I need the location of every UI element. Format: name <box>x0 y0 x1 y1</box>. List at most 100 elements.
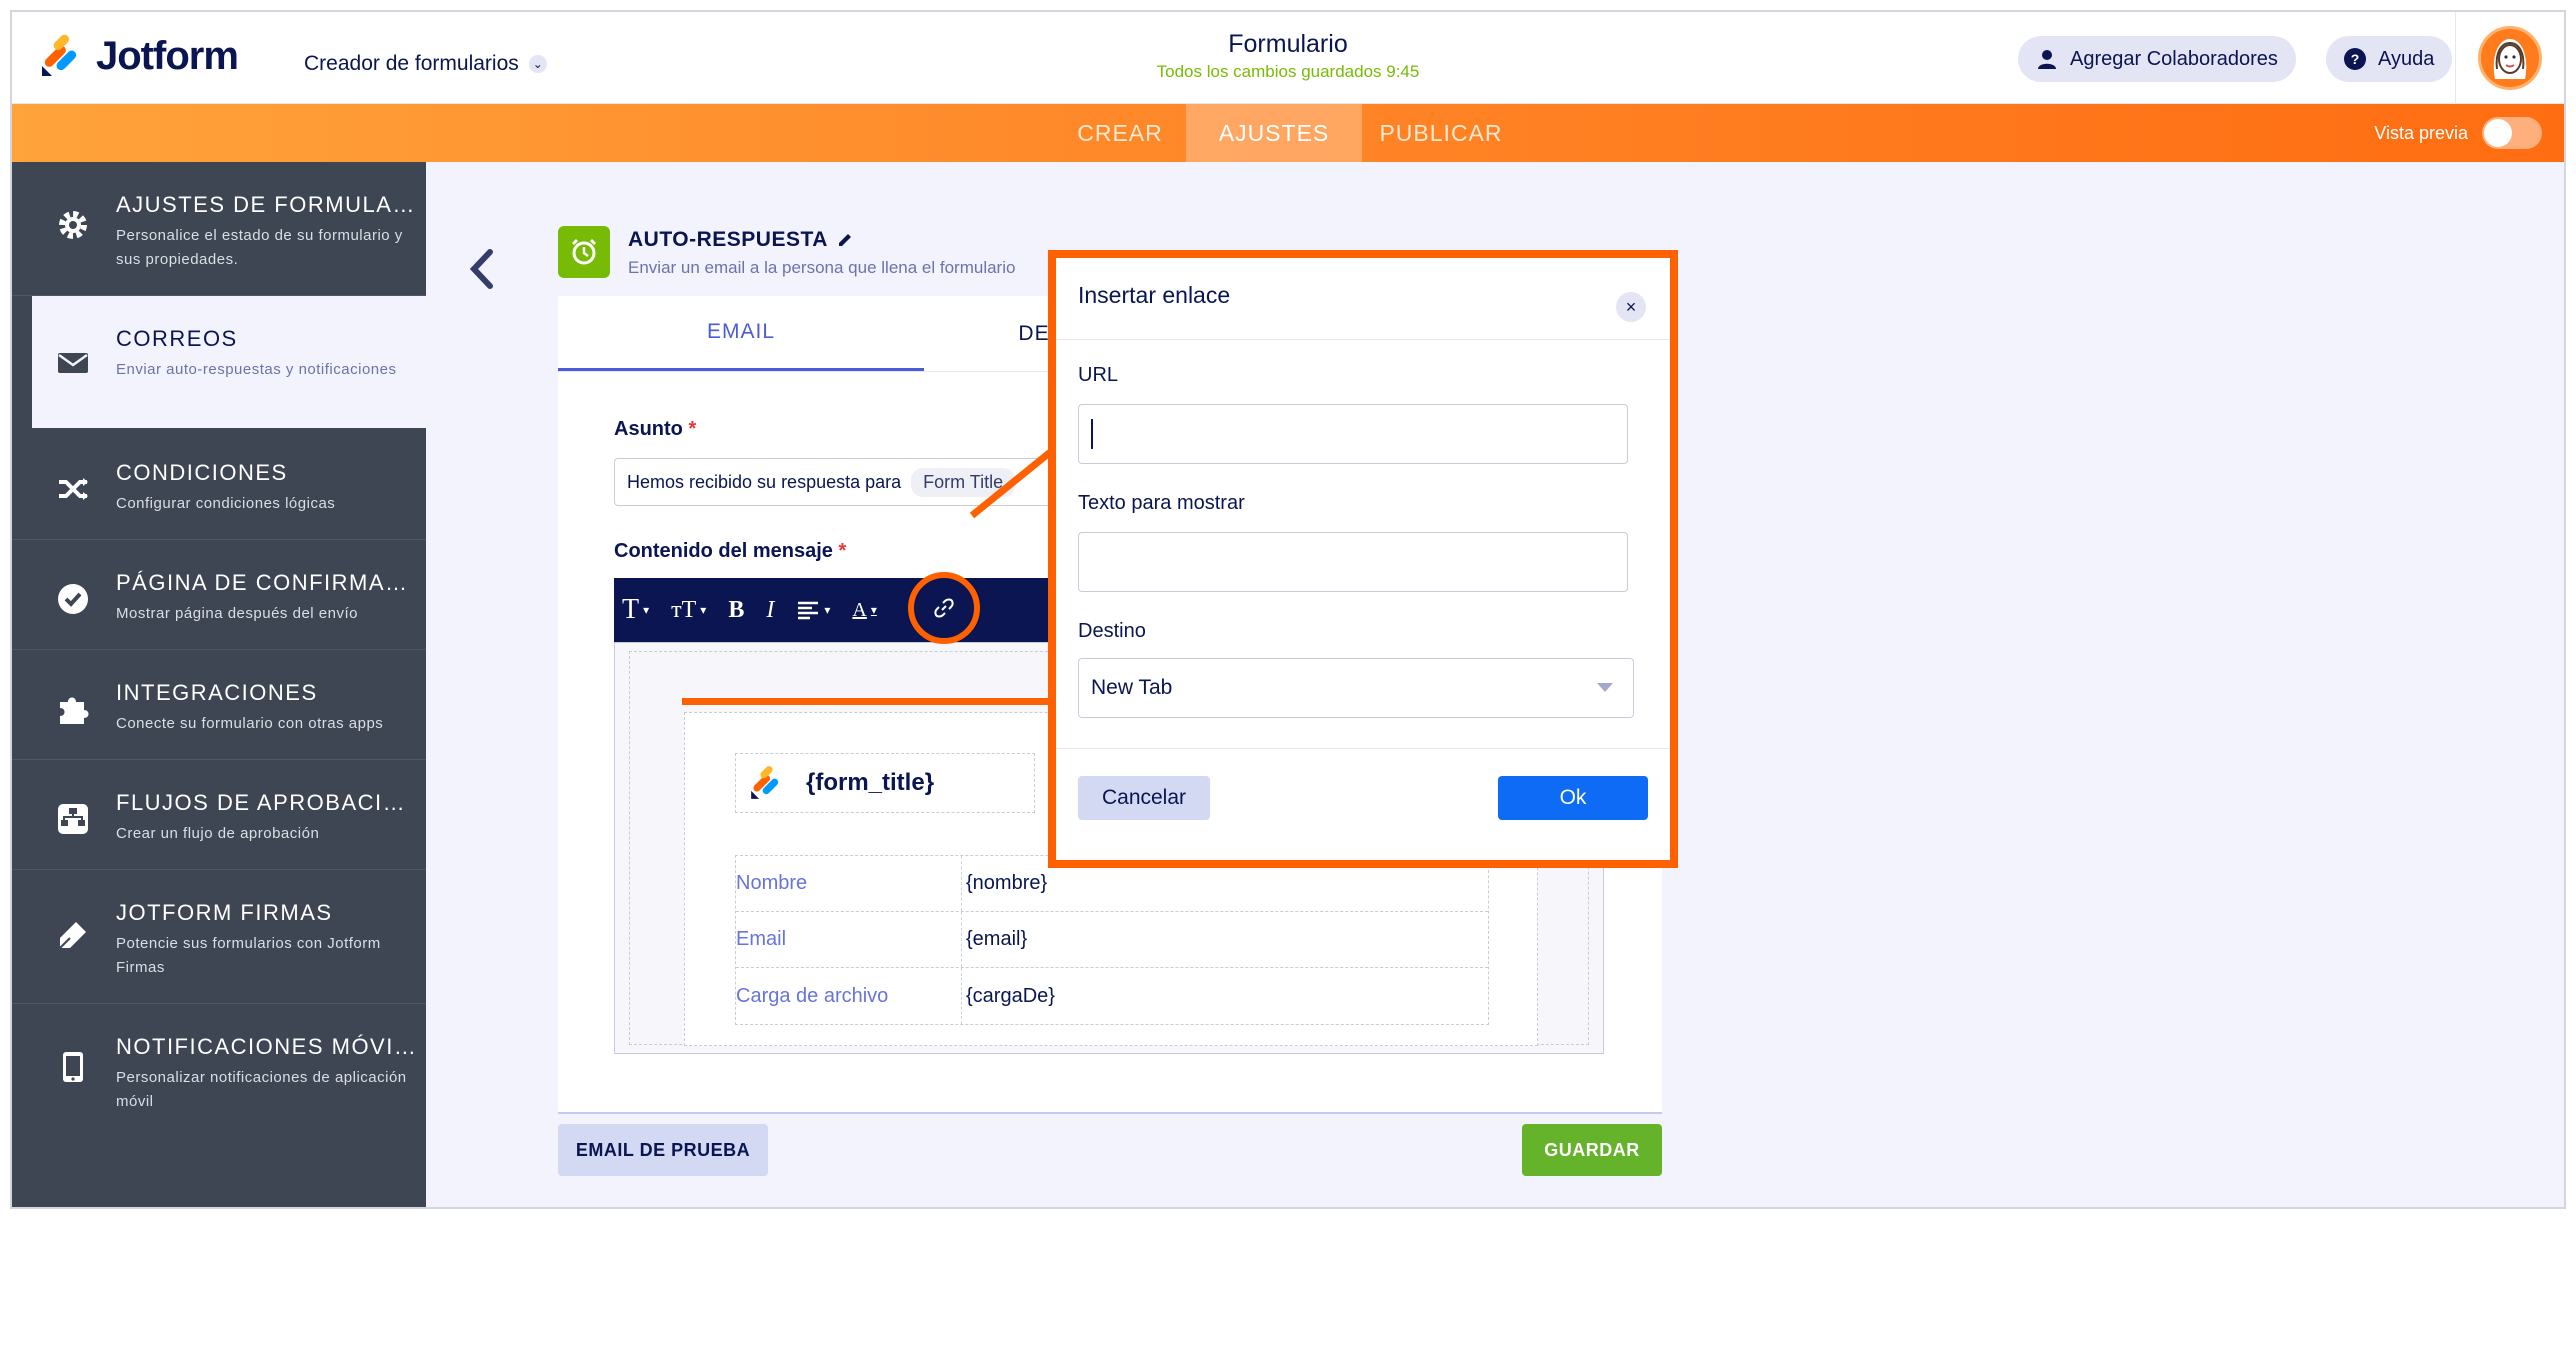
save-button[interactable]: GUARDAR <box>1522 1124 1662 1176</box>
avatar[interactable] <box>2478 26 2542 90</box>
sidebar-item-title: AJUSTES DE FORMULARIO <box>116 192 416 217</box>
caret-down-icon: ▾ <box>643 602 650 617</box>
sidebar-item-desc: Configurar condiciones lógicas <box>116 495 336 512</box>
builder-nav: CREAR AJUSTES PUBLICAR Vista previa <box>12 104 2564 162</box>
sidebar-item-approval-flows[interactable]: FLUJOS DE APROBACIÓN Crear un flujo de a… <box>12 760 426 870</box>
jotform-logo-icon <box>751 766 779 799</box>
sidebar-item-title: NOTIFICACIONES MÓVIL... <box>116 1034 416 1059</box>
subject-label: Asunto * <box>614 418 696 441</box>
font-family-button[interactable]: T ▾ <box>622 594 649 626</box>
submission-table: Nombre {nombre} Email {email} Carga de a… <box>735 855 1489 1025</box>
sidebar-item-conditions[interactable]: CONDICIONES Configurar condiciones lógic… <box>12 430 426 540</box>
tab-publicar[interactable]: PUBLICAR <box>1366 104 1516 162</box>
row-value: {email} <box>966 928 1028 950</box>
template-form-title: {form_title} <box>806 769 935 796</box>
envelope-icon <box>58 353 88 373</box>
top-header: Jotform Creador de formularios ⌄ Formula… <box>12 12 2564 104</box>
sidebar-item-jotform-sign[interactable]: JOTFORM FIRMAS Potencie sus formularios … <box>12 870 426 1004</box>
bold-icon: B <box>728 596 745 623</box>
add-collaborators-button[interactable]: Agregar Colaboradores <box>2018 36 2296 82</box>
display-text-label: Texto para mostrar <box>1078 492 1245 514</box>
pencil-icon[interactable] <box>836 231 854 249</box>
tab-ajustes[interactable]: AJUSTES <box>1186 104 1362 162</box>
rich-text-toolbar: T ▾ тT ▾ B I ▾ A ▾ <box>614 578 1054 642</box>
sidebar-item-integrations[interactable]: INTEGRACIONES Conecte su formulario con … <box>12 650 426 760</box>
sidebar-item-form-settings[interactable]: AJUSTES DE FORMULARIO Personalice el est… <box>12 162 426 296</box>
font-icon: T <box>622 594 640 625</box>
dialog-footer-divider <box>1056 748 1670 749</box>
gear-icon <box>59 211 87 239</box>
font-size-button[interactable]: тT ▾ <box>671 597 706 624</box>
sidebar-item-correos[interactable]: CORREOS Enviar auto-respuestas y notific… <box>32 296 426 428</box>
preview-label: Vista previa <box>2374 122 2468 143</box>
target-select[interactable]: New Tab <box>1078 658 1634 718</box>
target-label: Destino <box>1078 620 1146 642</box>
table-row: Email {email} <box>736 912 1488 968</box>
test-email-button[interactable]: EMAIL DE PRUEBA <box>558 1124 768 1176</box>
settings-sidebar: AJUSTES DE FORMULARIO Personalice el est… <box>12 162 426 1207</box>
subject-label-text: Asunto <box>614 418 683 440</box>
cancel-button[interactable]: Cancelar <box>1078 776 1210 820</box>
url-input[interactable] <box>1078 404 1628 464</box>
ok-button[interactable]: Ok <box>1498 776 1648 820</box>
check-circle-icon <box>58 584 88 614</box>
message-content-label: Contenido del mensaje * <box>614 540 846 563</box>
sidebar-item-desc: Crear un flujo de aprobación <box>116 825 320 842</box>
sidebar-item-title: CONDICIONES <box>116 460 288 485</box>
back-arrow-icon[interactable] <box>464 244 500 294</box>
pen-icon <box>59 922 86 949</box>
sidebar-item-title: PÁGINA DE CONFIRMACI... <box>116 570 416 595</box>
toggle-knob <box>2484 119 2512 147</box>
italic-button[interactable]: I <box>766 597 774 624</box>
callout-line <box>682 698 1054 705</box>
header-divider <box>2455 12 2456 104</box>
help-label: Ayuda <box>2378 47 2435 70</box>
sidebar-item-title: INTEGRACIONES <box>116 680 318 705</box>
help-icon: ? <box>2344 48 2366 70</box>
shuffle-icon <box>59 478 88 500</box>
required-mark: * <box>838 540 847 562</box>
template-header: {form_title} <box>735 753 1035 813</box>
add-collaborators-label: Agregar Colaboradores <box>2070 47 2278 70</box>
mobile-icon <box>63 1052 83 1082</box>
autoresponse-subtitle: Enviar un email a la persona que llena e… <box>628 258 1016 277</box>
subject-text: Hemos recibido su respuesta para <box>627 471 902 492</box>
sidebar-item-mobile-notifications[interactable]: NOTIFICACIONES MÓVIL... Personalizar not… <box>12 1004 426 1138</box>
align-button[interactable]: ▾ <box>796 600 830 620</box>
tab-email[interactable]: EMAIL <box>558 296 924 372</box>
help-button[interactable]: ? Ayuda <box>2326 36 2453 82</box>
sidebar-item-desc: Personalice el estado de su formulario y… <box>116 227 403 268</box>
autoresponse-title[interactable]: AUTO-RESPUESTA <box>628 228 854 252</box>
font-size-icon: тT <box>671 596 697 623</box>
preview-toggle-group: Vista previa <box>2374 117 2542 149</box>
dialog-title: Insertar enlace <box>1078 282 1231 308</box>
row-label: Carga de archivo <box>736 968 962 1024</box>
sidebar-item-confirmation-page[interactable]: PÁGINA DE CONFIRMACI... Mostrar página d… <box>12 540 426 650</box>
puzzle-icon <box>60 697 89 724</box>
text-color-icon: A <box>852 598 867 621</box>
autoresponse-title-text: AUTO-RESPUESTA <box>628 228 828 251</box>
required-mark: * <box>688 418 697 440</box>
caret-down-icon: ▾ <box>700 602 707 617</box>
display-text-input[interactable] <box>1078 532 1628 592</box>
user-icon <box>2038 50 2056 69</box>
message-content-label-text: Contenido del mensaje <box>614 540 833 562</box>
preview-toggle[interactable] <box>2482 117 2542 149</box>
app-window: Jotform Creador de formularios ⌄ Formula… <box>10 10 2566 1209</box>
dialog-header: Insertar enlace × <box>1056 258 1670 340</box>
sidebar-item-title: JOTFORM FIRMAS <box>116 900 333 925</box>
tab-crear[interactable]: CREAR <box>1060 104 1180 162</box>
sidebar-item-desc: Conecte su formulario con otras apps <box>116 715 384 732</box>
bold-button[interactable]: B <box>728 597 744 624</box>
sidebar-item-desc: Enviar auto-respuestas y notificaciones <box>116 361 397 378</box>
text-color-button[interactable]: A ▾ <box>852 599 876 622</box>
sidebar-item-title: FLUJOS DE APROBACIÓN <box>116 790 416 815</box>
target-value: New Tab <box>1091 676 1173 699</box>
close-icon[interactable]: × <box>1616 292 1646 322</box>
row-label: Email <box>736 912 962 967</box>
insert-link-button[interactable] <box>908 572 980 644</box>
autoresponse-badge <box>558 226 610 278</box>
alarm-clock-icon <box>571 238 597 265</box>
insert-link-dialog: Insertar enlace × URL Texto para mostrar… <box>1048 250 1678 868</box>
sidebar-item-title: CORREOS <box>116 326 238 351</box>
